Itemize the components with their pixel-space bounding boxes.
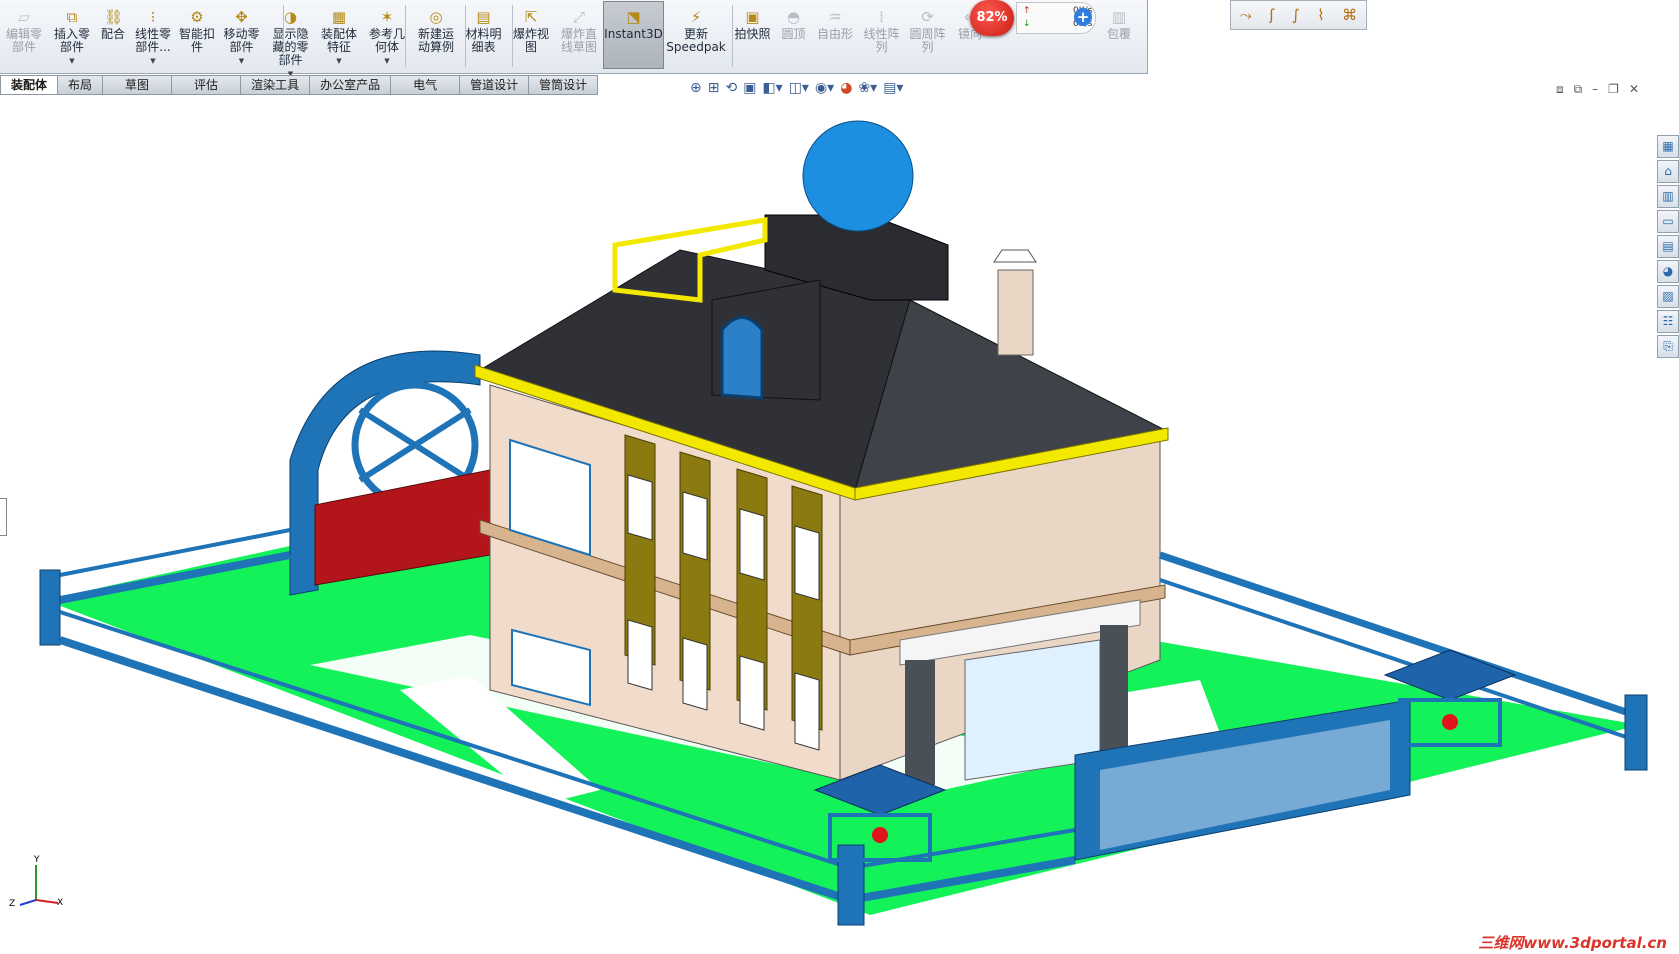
dome-sphere <box>802 120 914 232</box>
chimney-cap <box>993 249 1037 263</box>
axis-triad: Y X Z <box>6 855 66 915</box>
chimney <box>997 269 1034 356</box>
porch-column <box>905 660 935 785</box>
axis-y-label: Y <box>34 855 40 865</box>
axis-z-label: Z <box>9 899 16 909</box>
fence-post <box>1624 694 1648 771</box>
watermark: 三维网www.3dportal.cn <box>1478 934 1667 952</box>
dormer-window <box>720 316 764 400</box>
graphics-area[interactable] <box>0 0 1679 954</box>
porch-column <box>1100 625 1128 755</box>
axis-x-label: X <box>57 898 64 908</box>
fence-post <box>39 569 61 646</box>
fence-post <box>837 844 865 926</box>
